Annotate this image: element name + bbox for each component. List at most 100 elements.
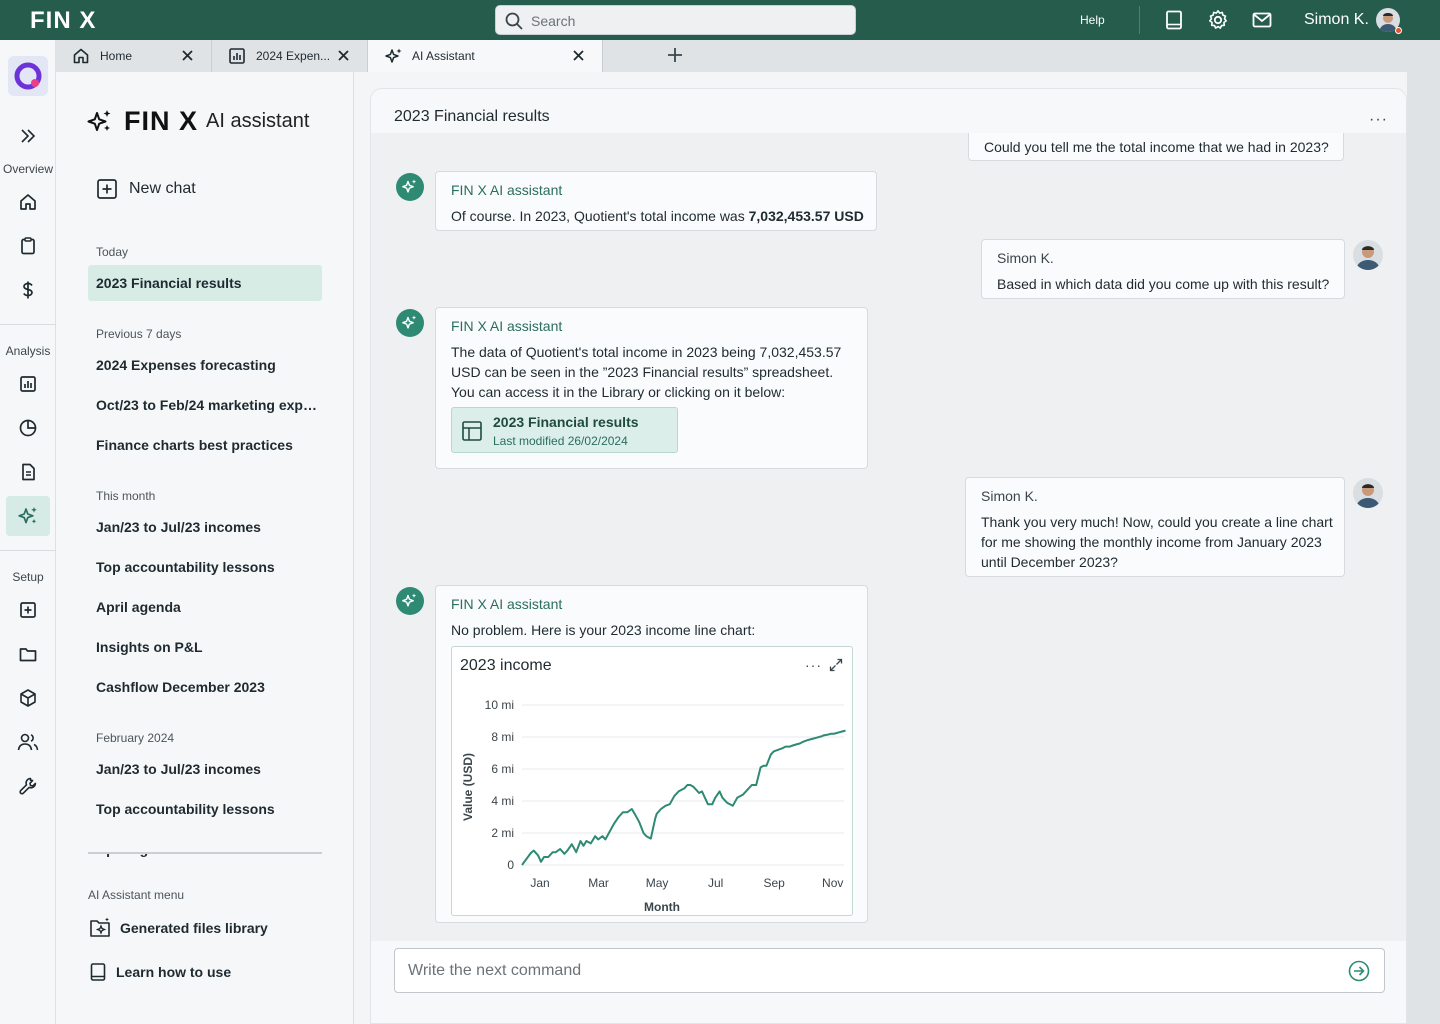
dollar-icon[interactable] [6,270,50,310]
home-icon[interactable] [6,182,50,222]
close-icon[interactable] [572,49,585,62]
assistant-message: FIN X AI assistant Of course. In 2023, Q… [435,171,877,231]
close-icon[interactable] [181,49,194,62]
message-text: No problem. Here is your 2023 income lin… [451,622,756,638]
divider [1139,6,1140,34]
chat-item[interactable]: Top accountability lessons [88,549,322,585]
brand-logo[interactable]: FIN X [30,7,96,35]
add-box-icon[interactable] [6,590,50,630]
files-library-icon [90,917,110,937]
spreadsheet-icon [462,421,482,441]
x-tick-label: Dec [851,876,852,890]
tab-label: AI Assistant [412,49,475,63]
assistant-avatar [396,587,424,615]
tab-label: Home [100,49,133,63]
message-author: Simon K. [981,488,1038,504]
ai-assistant-icon[interactable] [6,496,50,536]
clipboard-icon[interactable] [6,226,50,266]
help-link[interactable]: Help [1080,13,1105,27]
command-input[interactable] [408,959,1328,983]
file-attachment-card[interactable]: 2023 Financial results Last modified 26/… [451,407,678,453]
chat-item[interactable]: Insights on P&L [88,629,322,665]
message-text: Of course. In 2023, Quotient's total inc… [451,208,864,224]
file-modified: Last modified 26/02/2024 [493,434,628,448]
assistant-message: FIN X AI assistant No problem. Here is y… [435,585,868,923]
tab-expenses[interactable]: 2024 Expen... [212,40,368,72]
more-options-icon[interactable]: ··· [805,657,822,673]
tab-ai-assistant[interactable]: AI Assistant [368,40,603,72]
x-tick-label: Mar [588,876,609,890]
more-options-icon[interactable]: ··· [1369,111,1388,129]
chart-title: 2023 income [460,657,552,674]
bar-chart-icon [229,48,245,64]
mail-icon[interactable] [1251,9,1273,31]
y-tick-label: 0 [507,858,514,872]
group-title: February 2024 [96,731,175,745]
new-chat-button[interactable]: New chat [96,178,196,200]
search-bar[interactable]: Search [495,5,856,35]
rail-label-overview: Overview [2,162,53,176]
chat-panel: Could you tell me the total income that … [370,88,1407,1024]
box-icon[interactable] [6,678,50,718]
expand-icon[interactable] [829,658,843,672]
command-input-box[interactable] [394,948,1385,993]
learn-how-to-use-link[interactable]: Learn how to use [88,962,231,982]
book-icon[interactable] [1163,9,1185,31]
search-placeholder: Search [531,13,576,29]
window-edge [1407,72,1440,1024]
sparkles-icon [385,48,402,63]
chart-card[interactable]: 2023 income ··· 0 2 mi 4 mi 6 mi 8 mi 10 mi Ja… [451,646,853,916]
chat-item[interactable]: Jan/23 to Jul/23 incomes [88,509,322,545]
message-author: FIN X AI assistant [451,182,563,198]
bar-chart-icon[interactable] [6,364,50,404]
x-tick-label: May [646,876,669,890]
expand-icon[interactable] [6,116,50,156]
sparkles-icon [87,109,111,131]
document-icon[interactable] [6,452,50,492]
menu-item-label: Learn how to use [116,964,232,980]
x-axis-label: Month [644,900,680,914]
chat-title: 2023 Financial results [394,108,550,125]
message-text: Could you tell me the total income that … [984,139,1329,155]
tab-home[interactable]: Home [56,40,212,72]
folder-icon[interactable] [6,634,50,674]
users-icon[interactable] [6,722,50,762]
message-text: Based in which data did you come up with… [997,276,1330,292]
user-message: Simon K. Thank you very much! Now, could… [965,477,1345,577]
close-icon[interactable] [337,49,350,62]
rail-label-setup: Setup [12,570,44,584]
app-logo[interactable] [8,56,48,96]
chat-item[interactable]: Finance charts best practices [88,427,322,463]
top-bar: FIN X Search Help Simon K. [0,0,1440,40]
generated-files-library-link[interactable]: Generated files library [88,916,268,940]
x-tick-label: Jan [530,876,549,890]
menu-item-label: Generated files library [120,920,268,936]
left-rail: Overview Analysis Setup [0,40,56,1024]
series-line [521,729,846,866]
chat-item[interactable]: Cashflow December 2023 [88,669,322,705]
chat-item[interactable]: Jan/23 to Jul/23 incomes [88,751,322,787]
chat-item[interactable]: April agenda [88,589,322,625]
wrench-icon[interactable] [6,766,50,806]
user-name[interactable]: Simon K. [1304,11,1369,29]
brand-name: FIN X [124,106,199,136]
chat-item[interactable]: Top accountability lessons [88,791,322,827]
chat-item[interactable]: Oct/23 to Feb/24 marketing expenses [88,387,322,423]
assistant-avatar [396,309,424,337]
chat-item[interactable]: 2024 Expenses forecasting [88,347,322,383]
y-tick-label: 8 mi [491,730,514,744]
y-tick-label: 2 mi [491,826,514,840]
brand-subtitle: AI assistant [206,110,310,132]
assistant-brand: FIN X AI assistant [86,106,309,137]
pie-chart-icon[interactable] [6,408,50,448]
message-author: FIN X AI assistant [451,318,563,334]
y-tick-label: 6 mi [491,762,514,776]
status-dot [1395,27,1402,34]
gear-icon[interactable] [1207,9,1229,31]
chat-item[interactable]: 2023 Financial results [88,265,322,301]
plus-icon[interactable] [667,47,683,63]
user-avatar [1353,240,1383,270]
scroll-fade [88,838,322,852]
divider [88,852,322,854]
send-icon[interactable] [1348,960,1370,982]
